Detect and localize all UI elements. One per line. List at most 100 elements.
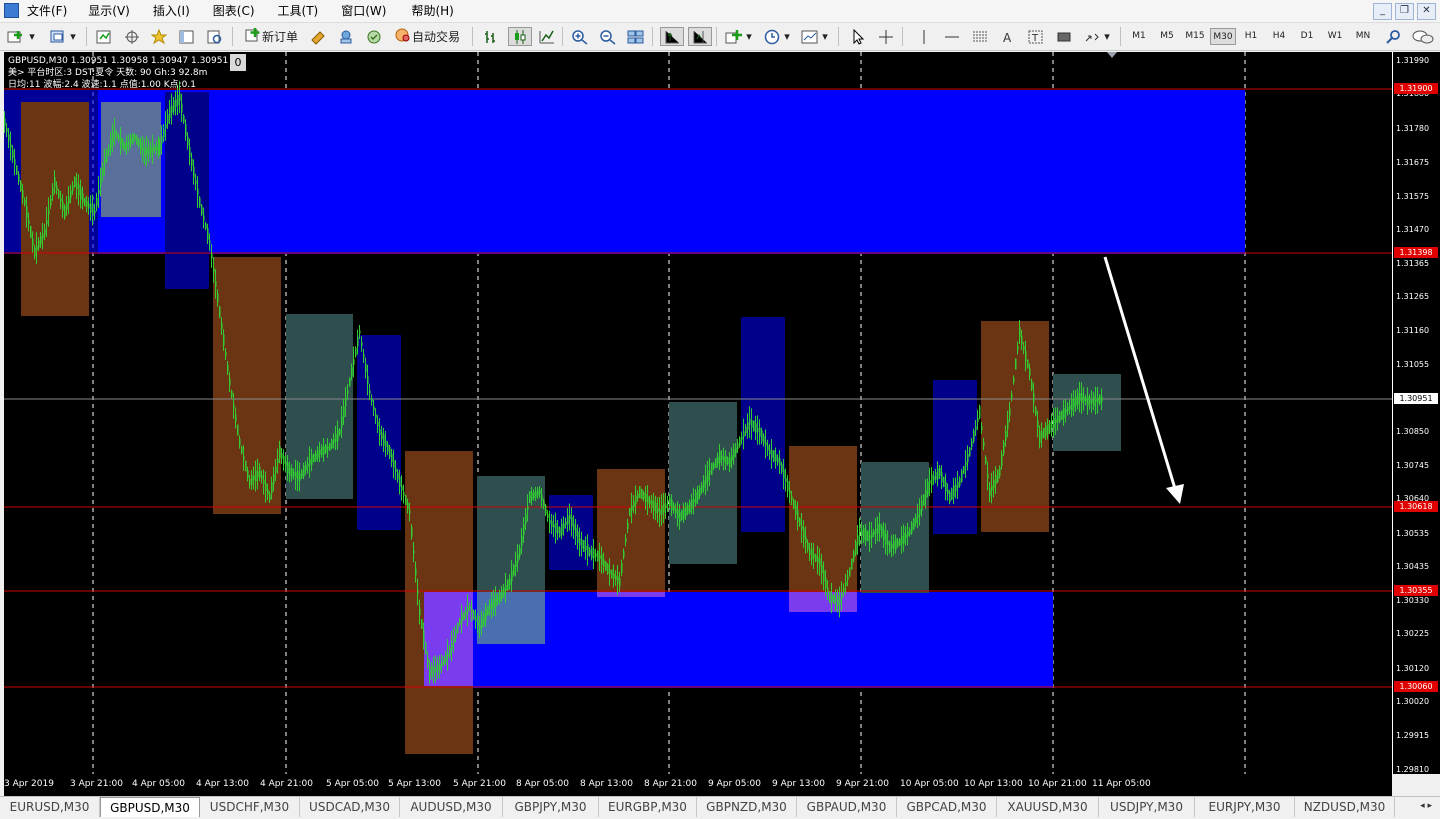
symbol-tab[interactable]: GBPCAD,M30 <box>897 797 997 817</box>
menu-item[interactable]: 帮助(H) <box>411 3 462 19</box>
candle-body <box>1023 345 1025 351</box>
symbol-tab[interactable]: GBPNZD,M30 <box>697 797 797 817</box>
price-axis[interactable]: 1.319901.318801.317801.316751.315751.314… <box>1392 52 1440 774</box>
tile-windows-icon[interactable] <box>626 27 646 46</box>
price-chart[interactable]: GBPUSD,M30 1.30951 1.30958 1.30947 1.309… <box>4 52 1392 774</box>
new-chart-icon[interactable] <box>6 27 26 46</box>
autoscroll-icon[interactable] <box>660 27 684 46</box>
periods-clock-icon[interactable] <box>762 27 782 46</box>
candle-body <box>1065 409 1067 413</box>
symbol-tab[interactable]: GBPAUD,M30 <box>797 797 897 817</box>
signals-icon[interactable] <box>336 27 356 46</box>
candle-body <box>629 507 631 517</box>
symbol-tab[interactable]: EURGBP,M30 <box>599 797 697 817</box>
candle-body <box>695 492 697 504</box>
candle-body <box>110 139 112 149</box>
menu-item[interactable]: 图表(C) <box>213 3 264 19</box>
symbol-tab[interactable]: XAUUSD,M30 <box>997 797 1099 817</box>
text-label-icon[interactable]: T <box>1026 27 1046 46</box>
candle-body <box>681 510 683 520</box>
symbol-tab[interactable]: USDCHF,M30 <box>200 797 300 817</box>
timeframe-d1-button[interactable]: D1 <box>1294 28 1320 45</box>
timeframe-w1-button[interactable]: W1 <box>1322 28 1348 45</box>
profiles-icon[interactable] <box>48 27 68 46</box>
menu-item[interactable]: 显示(V) <box>88 3 139 19</box>
bar-chart-icon[interactable] <box>481 27 501 46</box>
info-badge[interactable]: 0 <box>230 54 246 71</box>
menu-item[interactable]: 插入(I) <box>153 3 199 19</box>
symbol-tab[interactable]: USDJPY,M30 <box>1099 797 1195 817</box>
fibonacci-icon[interactable] <box>970 27 990 46</box>
symbol-tab[interactable]: GBPJPY,M30 <box>503 797 599 817</box>
terminal-icon[interactable] <box>177 27 197 46</box>
zoom-out-icon[interactable] <box>598 27 618 46</box>
symbol-tab[interactable]: USDCAD,M30 <box>300 797 400 817</box>
strategy-tester-icon[interactable] <box>205 27 225 46</box>
time-tick-label: 10 Apr 05:00 <box>900 779 959 789</box>
navigator-icon[interactable] <box>149 27 169 46</box>
chart-canvas[interactable] <box>4 52 1392 774</box>
candle-body <box>20 181 22 191</box>
timeframe-m1-button[interactable]: M1 <box>1126 28 1152 45</box>
dropdown-arrow-icon[interactable]: ▾ <box>27 27 37 46</box>
vertical-line-icon[interactable] <box>914 27 934 46</box>
cursor-icon[interactable] <box>848 27 868 46</box>
line-chart-icon[interactable] <box>537 27 557 46</box>
candle-body <box>887 541 889 545</box>
menu-item[interactable]: 窗口(W) <box>341 3 395 19</box>
restore-icon[interactable]: ❐ <box>1395 3 1414 20</box>
symbol-tab[interactable]: EURUSD,M30 <box>0 797 100 817</box>
timeframe-m5-button[interactable]: M5 <box>1154 28 1180 45</box>
candle-body <box>373 405 375 411</box>
metaeditor-icon[interactable] <box>308 27 328 46</box>
templates-icon[interactable] <box>800 27 820 46</box>
indicators-icon[interactable] <box>724 27 744 46</box>
candle-body <box>1097 397 1099 404</box>
tab-scroll-arrows[interactable]: ◂ ▸ <box>1420 801 1432 811</box>
menu-item[interactable]: 文件(F) <box>27 3 76 19</box>
timeframe-m15-button[interactable]: M15 <box>1182 28 1208 45</box>
menu-item[interactable]: 工具(T) <box>278 3 328 19</box>
rectangle-icon[interactable] <box>1054 27 1074 46</box>
candle-body <box>581 539 583 549</box>
dropdown-arrow-icon[interactable]: ▾ <box>68 27 78 46</box>
overlap-box <box>477 592 545 644</box>
candle-body <box>213 267 215 273</box>
candlestick-chart-icon[interactable] <box>508 27 532 46</box>
crosshair-icon[interactable] <box>876 27 896 46</box>
chat-icon[interactable] <box>1410 27 1436 46</box>
data-window-icon[interactable] <box>122 27 142 46</box>
new-order-button[interactable]: 新订单 <box>240 27 302 46</box>
market-icon[interactable] <box>364 27 384 46</box>
symbol-tab[interactable]: NZDUSD,M30 <box>1295 797 1395 817</box>
text-icon[interactable]: A <box>998 27 1018 46</box>
dropdown-arrow-icon[interactable]: ▾ <box>820 27 830 46</box>
candle-body <box>353 359 355 365</box>
chart-shift-icon[interactable] <box>688 27 712 46</box>
symbol-tab[interactable]: AUDUSD,M30 <box>400 797 503 817</box>
close-icon[interactable]: ✕ <box>1417 3 1436 20</box>
timeframe-mn-button[interactable]: MN <box>1350 28 1376 45</box>
candle-body <box>425 642 427 654</box>
minimize-icon[interactable]: _ <box>1373 3 1392 20</box>
dropdown-arrow-icon[interactable]: ▾ <box>782 27 792 46</box>
autotrading-button[interactable]: 自动交易 <box>390 27 464 46</box>
timeframe-h4-button[interactable]: H4 <box>1266 28 1292 45</box>
candle-body <box>451 643 453 649</box>
candle-body <box>805 536 807 544</box>
dropdown-arrow-icon[interactable]: ▾ <box>744 27 754 46</box>
candle-body <box>415 568 417 576</box>
arrows-icon[interactable] <box>1082 27 1102 46</box>
zoom-in-icon[interactable] <box>570 27 590 46</box>
timeframe-m30-button[interactable]: M30 <box>1210 28 1236 45</box>
search-icon[interactable] <box>1384 27 1404 46</box>
candle-body <box>547 514 549 518</box>
symbol-tab[interactable]: EURJPY,M30 <box>1195 797 1295 817</box>
horizontal-line-icon[interactable] <box>942 27 962 46</box>
symbol-tab[interactable]: GBPUSD,M30 <box>100 797 200 817</box>
candle-body <box>533 491 535 499</box>
timeframe-h1-button[interactable]: H1 <box>1238 28 1264 45</box>
dropdown-arrow-icon[interactable]: ▾ <box>1102 27 1112 46</box>
market-watch-icon[interactable] <box>94 27 114 46</box>
time-axis[interactable]: 3 Apr 2019 3 Apr 21:00 4 Apr 05:00 4 Apr 13… <box>4 774 1392 796</box>
